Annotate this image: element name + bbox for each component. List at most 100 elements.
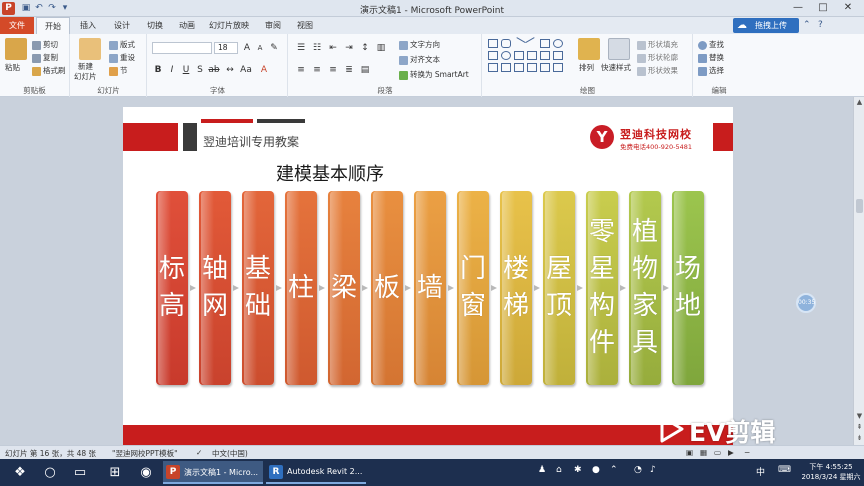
tab-review[interactable]: 审阅 <box>258 17 288 34</box>
copy-button[interactable]: 复制 <box>32 52 58 63</box>
step-bar[interactable]: 屋顶 <box>543 191 575 385</box>
align-right-icon[interactable]: ≡ <box>327 64 339 76</box>
shape-fill-button[interactable]: 形状填充 <box>637 39 678 50</box>
floating-timer-button[interactable]: 00:35 <box>796 293 816 313</box>
arrange-icon[interactable] <box>578 38 600 60</box>
slide-canvas[interactable]: 翌迪培训专用教案 Y 翌迪科技网校 免费电话400-920-5481 建模基本顺… <box>123 107 733 445</box>
shape-oval[interactable] <box>553 39 563 48</box>
slide-heading[interactable]: 建模基本顺序 <box>276 160 384 186</box>
text-direction-button[interactable]: 文字方向 <box>399 39 440 50</box>
step-bar[interactable]: 零星构件 <box>586 191 618 385</box>
shape-star[interactable] <box>514 63 524 72</box>
paste-button[interactable]: 粘贴 <box>5 62 20 73</box>
normal-view-icon[interactable]: ▣ <box>686 448 693 457</box>
shape-bracket[interactable] <box>501 63 511 72</box>
clear-format-icon[interactable]: ✎ <box>268 42 280 54</box>
step-bar[interactable]: 梁 <box>328 191 360 385</box>
search-icon[interactable]: ○ <box>40 463 60 482</box>
tray-app-icon[interactable]: ✱ <box>574 465 582 475</box>
prev-slide-icon[interactable]: ⇞ <box>855 423 864 432</box>
select-button[interactable]: 选择 <box>698 65 724 76</box>
volume-icon[interactable]: ♪ <box>650 465 656 475</box>
tab-view[interactable]: 视图 <box>290 17 320 34</box>
step-bar[interactable]: 楼梯 <box>500 191 532 385</box>
shape-arrow-down[interactable] <box>553 51 563 60</box>
step-bar[interactable]: 轴网 <box>199 191 231 385</box>
step-bar[interactable]: 植物家具 <box>629 191 661 385</box>
paste-icon[interactable] <box>5 38 27 60</box>
layout-button[interactable]: 版式 <box>109 39 135 50</box>
cut-button[interactable]: 剪切 <box>32 39 58 50</box>
line-spacing-icon[interactable]: ↕ <box>359 42 371 54</box>
align-left-icon[interactable]: ≡ <box>295 64 307 76</box>
tray-green-icon[interactable]: ● <box>592 465 600 475</box>
shape-brace[interactable] <box>488 63 498 72</box>
undo-icon[interactable]: ↶ <box>33 2 45 14</box>
close-button[interactable]: ✕ <box>840 2 856 14</box>
quick-styles-button[interactable]: 快速样式 <box>601 62 631 73</box>
shape-triangle[interactable] <box>514 51 524 60</box>
start-icon[interactable]: ❖ <box>10 463 30 482</box>
increase-indent-icon[interactable]: ⇥ <box>343 42 355 54</box>
columns-icon[interactable]: ▥ <box>375 42 387 54</box>
shape-outline-button[interactable]: 形状轮廓 <box>637 52 678 63</box>
align-text-button[interactable]: 对齐文本 <box>399 54 440 65</box>
font-color-icon[interactable]: A <box>258 64 270 76</box>
font-size-select[interactable]: 18 <box>214 42 238 54</box>
shape-square[interactable] <box>540 39 550 48</box>
help-icon[interactable]: ? <box>818 20 823 30</box>
shape-connector[interactable] <box>527 51 537 60</box>
step-bar[interactable]: 墙 <box>414 191 446 385</box>
keyboard-icon[interactable]: ⌨ <box>778 465 791 475</box>
redo-icon[interactable]: ↷ <box>46 2 58 14</box>
grow-font-icon[interactable]: A <box>241 42 253 54</box>
next-slide-icon[interactable]: ⇟ <box>855 434 864 443</box>
zoom-out-icon[interactable]: − <box>744 448 750 457</box>
tab-slideshow[interactable]: 幻灯片放映 <box>204 17 254 34</box>
shape-textbox[interactable] <box>488 51 498 60</box>
ime-indicator[interactable]: 中 <box>756 465 765 478</box>
shape-circle[interactable] <box>501 51 511 60</box>
replace-button[interactable]: 替换 <box>698 52 724 63</box>
person-icon[interactable]: ♟ <box>538 465 546 475</box>
char-spacing-icon[interactable]: ↔ <box>224 64 236 76</box>
font-family-select[interactable] <box>152 42 212 54</box>
scroll-down-icon[interactable]: ▼ <box>855 412 864 421</box>
section-button[interactable]: 节 <box>109 65 128 76</box>
step-bar[interactable]: 基础 <box>242 191 274 385</box>
reading-view-icon[interactable]: ▭ <box>714 448 721 457</box>
wifi-icon[interactable]: ◔ <box>634 465 642 475</box>
underline-icon[interactable]: U <box>180 64 192 76</box>
strikethrough-icon[interactable]: ab <box>208 64 220 76</box>
tab-animations[interactable]: 动画 <box>172 17 202 34</box>
align-center-icon[interactable]: ≡ <box>311 64 323 76</box>
format-painter-button[interactable]: 格式刷 <box>32 65 66 76</box>
tab-home[interactable]: 开始 <box>36 17 70 34</box>
bold-icon[interactable]: B <box>152 64 164 76</box>
shape-rounded-rect[interactable] <box>501 39 511 48</box>
step-bar[interactable]: 板 <box>371 191 403 385</box>
step-bar[interactable]: 场地 <box>672 191 704 385</box>
shape-callout[interactable] <box>527 63 537 72</box>
new-slide-icon[interactable] <box>79 38 101 60</box>
windows-icon[interactable]: ⊞ <box>105 463 125 482</box>
quick-styles-icon[interactable] <box>608 38 630 60</box>
maximize-button[interactable]: □ <box>815 2 831 14</box>
spellcheck-icon[interactable]: ✓ <box>196 448 202 457</box>
change-case-icon[interactable]: Aa <box>240 64 252 76</box>
bullets-icon[interactable]: ☰ <box>295 42 307 54</box>
minimize-button[interactable]: — <box>790 2 806 14</box>
shape-effects-button[interactable]: 形状效果 <box>637 65 678 76</box>
italic-icon[interactable]: I <box>166 64 178 76</box>
shrink-font-icon[interactable]: A <box>254 42 266 54</box>
find-button[interactable]: 查找 <box>698 39 724 50</box>
scroll-up-icon[interactable]: ▲ <box>855 98 864 107</box>
smartart-button[interactable]: 转换为 SmartArt <box>399 69 469 80</box>
powerpoint-icon[interactable]: P <box>2 2 15 15</box>
taskbar-app-powerpoint[interactable]: P 演示文稿1 - Micro... <box>163 461 263 484</box>
decrease-indent-icon[interactable]: ⇤ <box>327 42 339 54</box>
task-view-icon[interactable]: ▭ <box>70 463 90 482</box>
distribute-icon[interactable]: ▤ <box>359 64 371 76</box>
new-slide-button-line2[interactable]: 幻灯片 <box>74 71 97 82</box>
language-indicator[interactable]: 中文(中国) <box>212 448 248 459</box>
